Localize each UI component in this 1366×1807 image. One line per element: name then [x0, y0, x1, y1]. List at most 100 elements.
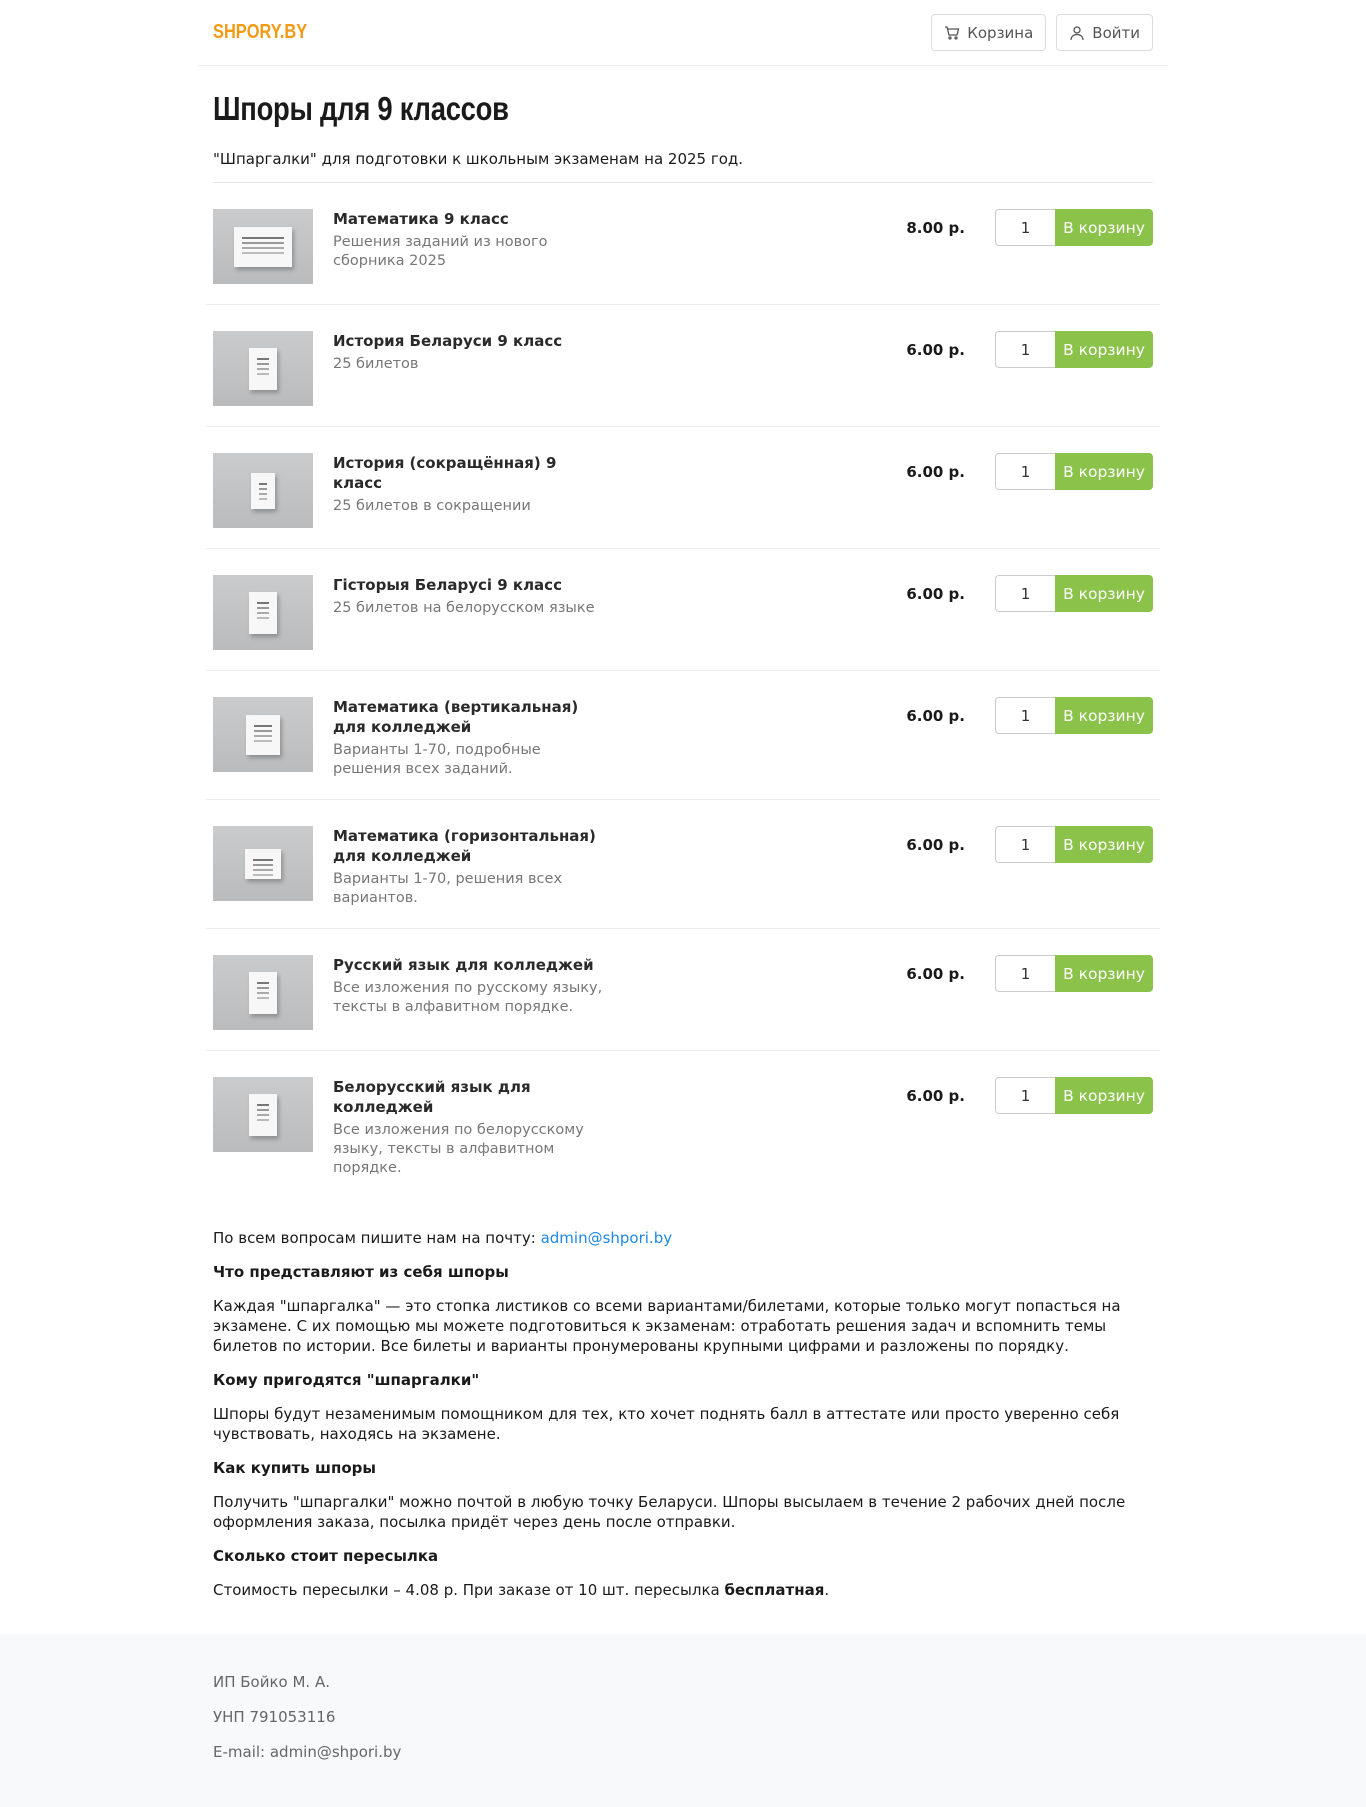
product-row: История Беларуси 9 класс 25 билетов 6.00… — [206, 305, 1160, 427]
cart-button-label: Корзина — [967, 23, 1034, 42]
add-to-cart-button[interactable]: В корзину — [1055, 697, 1153, 734]
product-image[interactable] — [213, 575, 313, 650]
faq-answer: Стоимость пересылки – 4.08 р. При заказе… — [213, 1580, 1153, 1600]
cart-button[interactable]: Корзина — [931, 14, 1047, 51]
shipping-cost-text: Стоимость пересылки – 4.08 р. При заказе… — [213, 1581, 725, 1599]
cart-icon — [945, 25, 960, 40]
product-image[interactable] — [213, 331, 313, 406]
product-cover — [251, 472, 275, 509]
product-image[interactable] — [213, 453, 313, 528]
product-price: 6.00 р. — [906, 707, 965, 725]
add-to-cart-control: В корзину — [995, 575, 1153, 612]
product-price: 8.00 р. — [906, 219, 965, 237]
product-info: Математика (вертикальная) для колледжей … — [333, 697, 603, 779]
product-price: 6.00 р. — [906, 965, 965, 983]
quantity-input[interactable] — [995, 331, 1055, 368]
add-to-cart-control: В корзину — [995, 955, 1153, 992]
faq-answer: Шпоры будут незаменимым помощником для т… — [213, 1405, 1120, 1443]
product-info: Гісторыя Беларусі 9 класс 25 билетов на … — [333, 575, 603, 650]
quantity-input[interactable] — [995, 209, 1055, 246]
product-image[interactable] — [213, 955, 313, 1030]
product-row: Математика (горизонтальная) для колледже… — [206, 800, 1160, 929]
product-cover — [249, 347, 277, 390]
product-name[interactable]: Математика 9 класс — [333, 209, 603, 229]
quantity-input[interactable] — [995, 575, 1055, 612]
faq-question: Кому пригодятся "шпаргалки" — [213, 1371, 480, 1389]
product-row: Белорусский язык для колледжей Все излож… — [206, 1051, 1160, 1198]
product-name[interactable]: Гісторыя Беларусі 9 класс — [333, 575, 603, 595]
product-image[interactable] — [213, 826, 313, 901]
quantity-input[interactable] — [995, 955, 1055, 992]
add-to-cart-control: В корзину — [995, 1077, 1153, 1114]
site-logo[interactable]: SHPORY.BY — [213, 21, 307, 44]
add-to-cart-button[interactable]: В корзину — [1055, 209, 1153, 246]
faq-question: Что представляют из себя шпоры — [213, 1263, 509, 1281]
product-cover — [249, 591, 277, 634]
product-name[interactable]: История (сокращённая) 9 класс — [333, 453, 603, 493]
product-description: Все изложения по русскому языку, тексты … — [333, 980, 603, 1015]
product-info: Математика (горизонтальная) для колледже… — [333, 826, 603, 908]
footer-company: ИП Бойко М. А. — [213, 1673, 330, 1691]
product-row: Математика 9 класс Решения заданий из но… — [206, 183, 1160, 305]
product-cover — [245, 848, 281, 879]
product-image[interactable] — [213, 209, 313, 284]
product-price: 6.00 р. — [906, 341, 965, 359]
quantity-input[interactable] — [995, 453, 1055, 490]
product-row: Русский язык для колледжей Все изложения… — [206, 929, 1160, 1051]
shipping-suffix: . — [824, 1581, 830, 1599]
product-row: Математика (вертикальная) для колледжей … — [206, 671, 1160, 800]
add-to-cart-button[interactable]: В корзину — [1055, 826, 1153, 863]
product-price: 6.00 р. — [906, 585, 965, 603]
product-name[interactable]: История Беларуси 9 класс — [333, 331, 603, 351]
product-info: Белорусский язык для колледжей Все излож… — [333, 1077, 603, 1178]
product-name[interactable]: Белорусский язык для колледжей — [333, 1077, 603, 1117]
product-cover — [234, 226, 292, 267]
product-description: Все изложения по белорусскому языку, тек… — [333, 1122, 584, 1176]
footer-email: E-mail: admin@shpori.by — [213, 1743, 402, 1761]
product-description: Варианты 1-70, решения всех вариантов. — [333, 871, 563, 906]
main-content: Шпоры для 9 классов "Шпаргалки" для подг… — [198, 90, 1168, 1600]
product-name[interactable]: Русский язык для колледжей — [333, 955, 603, 975]
add-to-cart-button[interactable]: В корзину — [1055, 955, 1153, 992]
product-description: 25 билетов — [333, 356, 419, 372]
quantity-input[interactable] — [995, 826, 1055, 863]
add-to-cart-button[interactable]: В корзину — [1055, 575, 1153, 612]
header-actions: Корзина Войти — [931, 14, 1153, 51]
product-price: 6.00 р. — [906, 1087, 965, 1105]
add-to-cart-button[interactable]: В корзину — [1055, 331, 1153, 368]
quantity-input[interactable] — [995, 697, 1055, 734]
faq-answer: Получить "шпаргалки" можно почтой в любу… — [213, 1493, 1126, 1531]
product-name[interactable]: Математика (горизонтальная) для колледже… — [333, 826, 603, 866]
product-price: 6.00 р. — [906, 836, 965, 854]
contact-email-link[interactable]: admin@shpori.by — [541, 1229, 673, 1247]
faq-question: Сколько стоит пересылка — [213, 1547, 439, 1565]
login-button[interactable]: Войти — [1056, 14, 1153, 51]
product-description: Варианты 1-70, подробные решения всех за… — [333, 742, 541, 777]
product-cover — [249, 1093, 277, 1136]
login-button-label: Войти — [1092, 23, 1140, 42]
product-description: 25 билетов в сокращении — [333, 498, 531, 514]
product-cover — [246, 714, 280, 755]
product-description: Решения заданий из нового сборника 2025 — [333, 234, 548, 269]
quantity-input[interactable] — [995, 1077, 1055, 1114]
product-price: 6.00 р. — [906, 463, 965, 481]
add-to-cart-control: В корзину — [995, 331, 1153, 368]
product-cover — [249, 971, 277, 1014]
product-row: История (сокращённая) 9 класс 25 билетов… — [206, 427, 1160, 549]
page-lead: "Шпаргалки" для подготовки к школьным эк… — [213, 150, 1153, 183]
site-footer: ИП Бойко М. А. УНП 791053116 E-mail: adm… — [0, 1634, 1366, 1807]
free-shipping-text: бесплатная — [724, 1581, 825, 1599]
add-to-cart-button[interactable]: В корзину — [1055, 453, 1153, 490]
add-to-cart-control: В корзину — [995, 453, 1153, 490]
site-header: SHPORY.BY Корзина Войти — [198, 0, 1168, 66]
add-to-cart-button[interactable]: В корзину — [1055, 1077, 1153, 1114]
product-image[interactable] — [213, 697, 313, 772]
faq-answer: Каждая "шпаргалка" — это стопка листиков… — [213, 1297, 1121, 1355]
about-section: По всем вопросам пишите нам на почту: ad… — [213, 1228, 1153, 1600]
product-info: Математика 9 класс Решения заданий из но… — [333, 209, 603, 284]
product-name[interactable]: Математика (вертикальная) для колледжей — [333, 697, 603, 737]
add-to-cart-control: В корзину — [995, 826, 1153, 863]
product-list: Математика 9 класс Решения заданий из но… — [206, 183, 1160, 1198]
product-image[interactable] — [213, 1077, 313, 1152]
product-info: История Беларуси 9 класс 25 билетов — [333, 331, 603, 406]
